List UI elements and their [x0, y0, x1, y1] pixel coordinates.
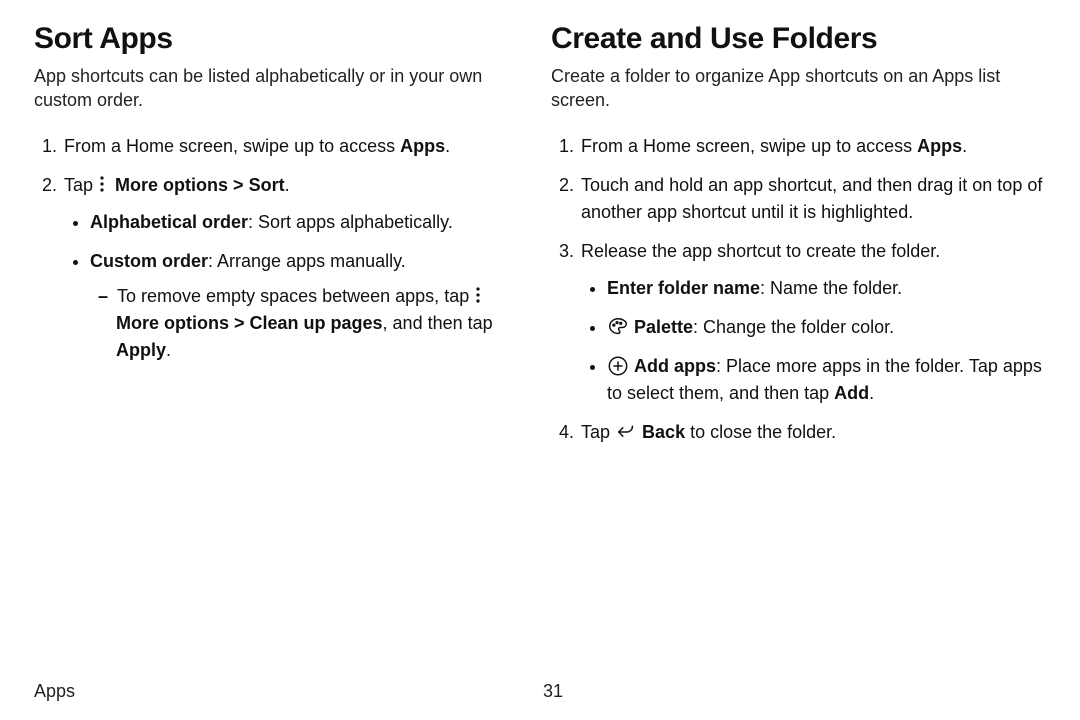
custom-order-sublist: To remove empty spaces between apps, tap [90, 283, 529, 364]
back-bold: Back [642, 422, 685, 442]
label: Custom order [90, 251, 208, 271]
text: . [962, 136, 967, 156]
content-columns: Sort Apps App shortcuts can be listed al… [34, 22, 1046, 675]
folders-step-2: Touch and hold an app shortcut, and then… [579, 172, 1046, 226]
add-apps-icon [607, 355, 629, 377]
folder-options-list: Enter folder name: Name the folder. [581, 275, 1046, 407]
label: Alphabetical order [90, 212, 248, 232]
text: To remove empty spaces between apps, tap [117, 286, 474, 306]
desc: : Change the folder color. [693, 317, 894, 337]
text: Release the app shortcut to create the f… [581, 241, 940, 261]
more-options-bold: More options [116, 313, 229, 333]
create-folders-intro: Create a folder to organize App shortcut… [551, 64, 1046, 113]
folders-step-4: Tap Back to close the folder. [579, 419, 1046, 446]
desc: . [869, 383, 874, 403]
text: , and then tap [383, 313, 493, 333]
footer-section-label: Apps [34, 681, 537, 702]
sort-options-list: Alphabetical order: Sort apps alphabetic… [64, 209, 529, 364]
text: . [166, 340, 171, 360]
desc: : Sort apps alphabetically. [248, 212, 453, 232]
manual-page: Sort Apps App shortcuts can be listed al… [0, 0, 1080, 720]
bullet-custom: Custom order: Arrange apps manually. To … [90, 248, 529, 364]
create-folders-heading: Create and Use Folders [551, 22, 1046, 56]
desc: : Name the folder. [760, 278, 902, 298]
apps-bold: Apps [917, 136, 962, 156]
text: Tap [581, 422, 615, 442]
caret: > [229, 313, 250, 333]
apps-bold: Apps [400, 136, 445, 156]
text: to close the folder. [685, 422, 836, 442]
dash-cleanup: To remove empty spaces between apps, tap [116, 283, 529, 364]
add-bold: Add [834, 383, 869, 403]
back-icon [615, 421, 637, 443]
page-footer: Apps 31 [34, 675, 1046, 702]
footer-page-number: 31 [537, 681, 1046, 702]
sort-step-2: Tap More options > Sort. Alphabetical or… [62, 172, 529, 364]
bullet-add-apps: Add apps: Place more apps in the folder.… [607, 353, 1046, 407]
folders-step-3: Release the app shortcut to create the f… [579, 238, 1046, 407]
text: From a Home screen, swipe up to access [581, 136, 917, 156]
create-folders-steps: From a Home screen, swipe up to access A… [551, 133, 1046, 446]
left-column: Sort Apps App shortcuts can be listed al… [34, 22, 529, 675]
text: From a Home screen, swipe up to access [64, 136, 400, 156]
label: Add apps [634, 356, 716, 376]
bullet-folder-name: Enter folder name: Name the folder. [607, 275, 1046, 302]
right-column: Create and Use Folders Create a folder t… [551, 22, 1046, 675]
label: Enter folder name [607, 278, 760, 298]
more-options-icon [474, 285, 486, 303]
desc: : Arrange apps manually. [208, 251, 406, 271]
bullet-alphabetical: Alphabetical order: Sort apps alphabetic… [90, 209, 529, 236]
sort-apps-intro: App shortcuts can be listed alphabetical… [34, 64, 529, 113]
sort-apps-heading: Sort Apps [34, 22, 529, 56]
palette-icon [607, 316, 629, 338]
text: Tap [64, 175, 98, 195]
sort-apps-steps: From a Home screen, swipe up to access A… [34, 133, 529, 364]
caret: > [228, 175, 249, 195]
more-options-bold: More options [115, 175, 228, 195]
sort-bold: Sort [249, 175, 285, 195]
label: Palette [634, 317, 693, 337]
sort-step-1: From a Home screen, swipe up to access A… [62, 133, 529, 160]
apply-bold: Apply [116, 340, 166, 360]
text: . [445, 136, 450, 156]
folders-step-1: From a Home screen, swipe up to access A… [579, 133, 1046, 160]
cleanup-bold: Clean up pages [250, 313, 383, 333]
more-options-icon [98, 174, 110, 192]
bullet-palette: Palette: Change the folder color. [607, 314, 1046, 341]
text: . [285, 175, 290, 195]
